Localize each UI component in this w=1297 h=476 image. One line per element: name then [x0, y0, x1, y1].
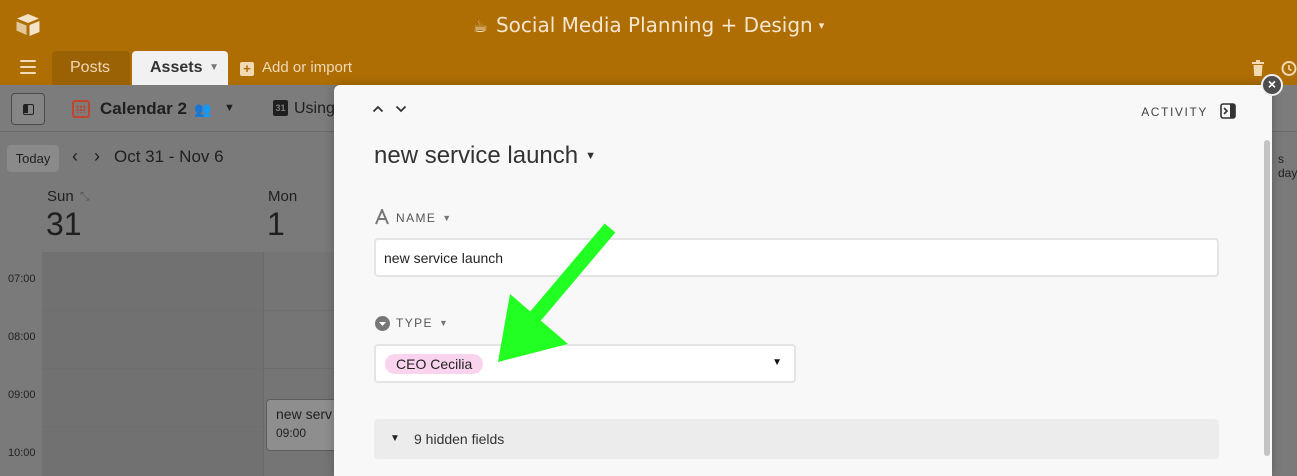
- tab-assets[interactable]: Assets ▼: [132, 51, 228, 85]
- close-modal-button[interactable]: ×: [1261, 74, 1283, 96]
- base-title-text: Social Media Planning + Design: [495, 13, 813, 37]
- single-select-icon: [375, 316, 390, 331]
- chevron-down-icon: ▾: [818, 19, 825, 32]
- text-field-icon: [375, 209, 389, 225]
- chevron-down-icon[interactable]: ▼: [209, 51, 219, 85]
- chevron-down-icon[interactable]: ▼: [442, 213, 452, 223]
- time-label: 08:00: [8, 331, 36, 343]
- activity-button[interactable]: ACTIVITY: [1141, 105, 1208, 119]
- chevron-down-icon[interactable]: [395, 103, 407, 115]
- history-icon[interactable]: [1280, 60, 1297, 77]
- base-title[interactable]: ☕ Social Media Planning + Design ▾: [0, 12, 1297, 40]
- menu-icon[interactable]: [20, 60, 36, 74]
- day-number-sun: 31: [46, 206, 82, 242]
- modal-scrollbar[interactable]: [1264, 140, 1270, 456]
- trash-icon[interactable]: [1252, 60, 1264, 76]
- time-label: 07:00: [8, 273, 36, 285]
- time-label: 09:00: [8, 389, 36, 401]
- collapse-icon[interactable]: ⤡: [80, 189, 90, 204]
- chevron-down-icon[interactable]: ▼: [224, 102, 235, 114]
- activity-panel-icon[interactable]: [1220, 103, 1236, 119]
- day-number-mon: 1: [267, 206, 285, 242]
- day-toggle[interactable]: s day: [1278, 152, 1297, 180]
- triangle-down-icon: ▼: [390, 433, 400, 444]
- tab-posts[interactable]: Posts: [52, 51, 130, 85]
- day-column-sun[interactable]: [42, 252, 263, 476]
- chevron-up-icon[interactable]: [372, 103, 384, 115]
- expanded-record-modal: ACTIVITY new service launch ▼ NAME ▼ TYPE ▼…: [334, 85, 1272, 476]
- record-title-text: new service launch: [374, 142, 579, 169]
- chevron-right-icon[interactable]: ›: [94, 145, 100, 167]
- type-field-label-text: TYPE: [396, 316, 433, 330]
- record-title[interactable]: new service launch ▼: [374, 142, 596, 170]
- day-name-sun: Sun: [47, 188, 74, 205]
- chevron-down-icon[interactable]: ▼: [439, 318, 449, 328]
- view-name[interactable]: Calendar 2: [100, 99, 187, 119]
- add-or-import-button[interactable]: + Add or import: [240, 51, 352, 85]
- type-option-pill: CEO Cecilia: [385, 354, 484, 374]
- coffee-cup-icon: ☕: [472, 17, 488, 37]
- hour-line: [42, 310, 342, 311]
- chevron-left-icon[interactable]: ‹: [72, 145, 78, 167]
- chevron-down-icon[interactable]: ▼: [772, 357, 782, 368]
- date-field-selector[interactable]: Using: [294, 100, 335, 118]
- date-field-icon: 31: [273, 100, 288, 116]
- name-field-label[interactable]: NAME ▼: [396, 211, 453, 225]
- people-icon: 👥: [194, 101, 212, 117]
- column-divider: [263, 252, 264, 476]
- sidebar-toggle-button[interactable]: [11, 93, 45, 125]
- chevron-down-icon[interactable]: ▼: [585, 150, 596, 162]
- add-or-import-label: Add or import: [262, 59, 353, 76]
- hour-line: [42, 368, 342, 369]
- type-field-label[interactable]: TYPE ▼: [396, 316, 449, 330]
- annotation-arrow-icon: [498, 223, 616, 362]
- plus-icon: +: [240, 62, 254, 76]
- app-topbar: ☕ Social Media Planning + Design ▾ Posts A…: [0, 0, 1297, 85]
- hidden-fields-label: 9 hidden fields: [414, 431, 505, 447]
- date-range: Oct 31 - Nov 6: [114, 147, 224, 166]
- day-name-mon: Mon: [268, 188, 298, 205]
- tab-assets-label: Assets: [150, 59, 203, 76]
- table-tabs: Posts Assets ▼ + Add or import: [0, 51, 1297, 85]
- calendar-icon: [72, 100, 90, 118]
- name-field-label-text: NAME: [396, 211, 437, 225]
- today-button[interactable]: Today: [7, 145, 59, 172]
- sidebar-icon: [23, 104, 34, 115]
- hidden-fields-toggle[interactable]: ▼ 9 hidden fields: [374, 419, 1219, 459]
- time-label: 10:00: [8, 447, 36, 459]
